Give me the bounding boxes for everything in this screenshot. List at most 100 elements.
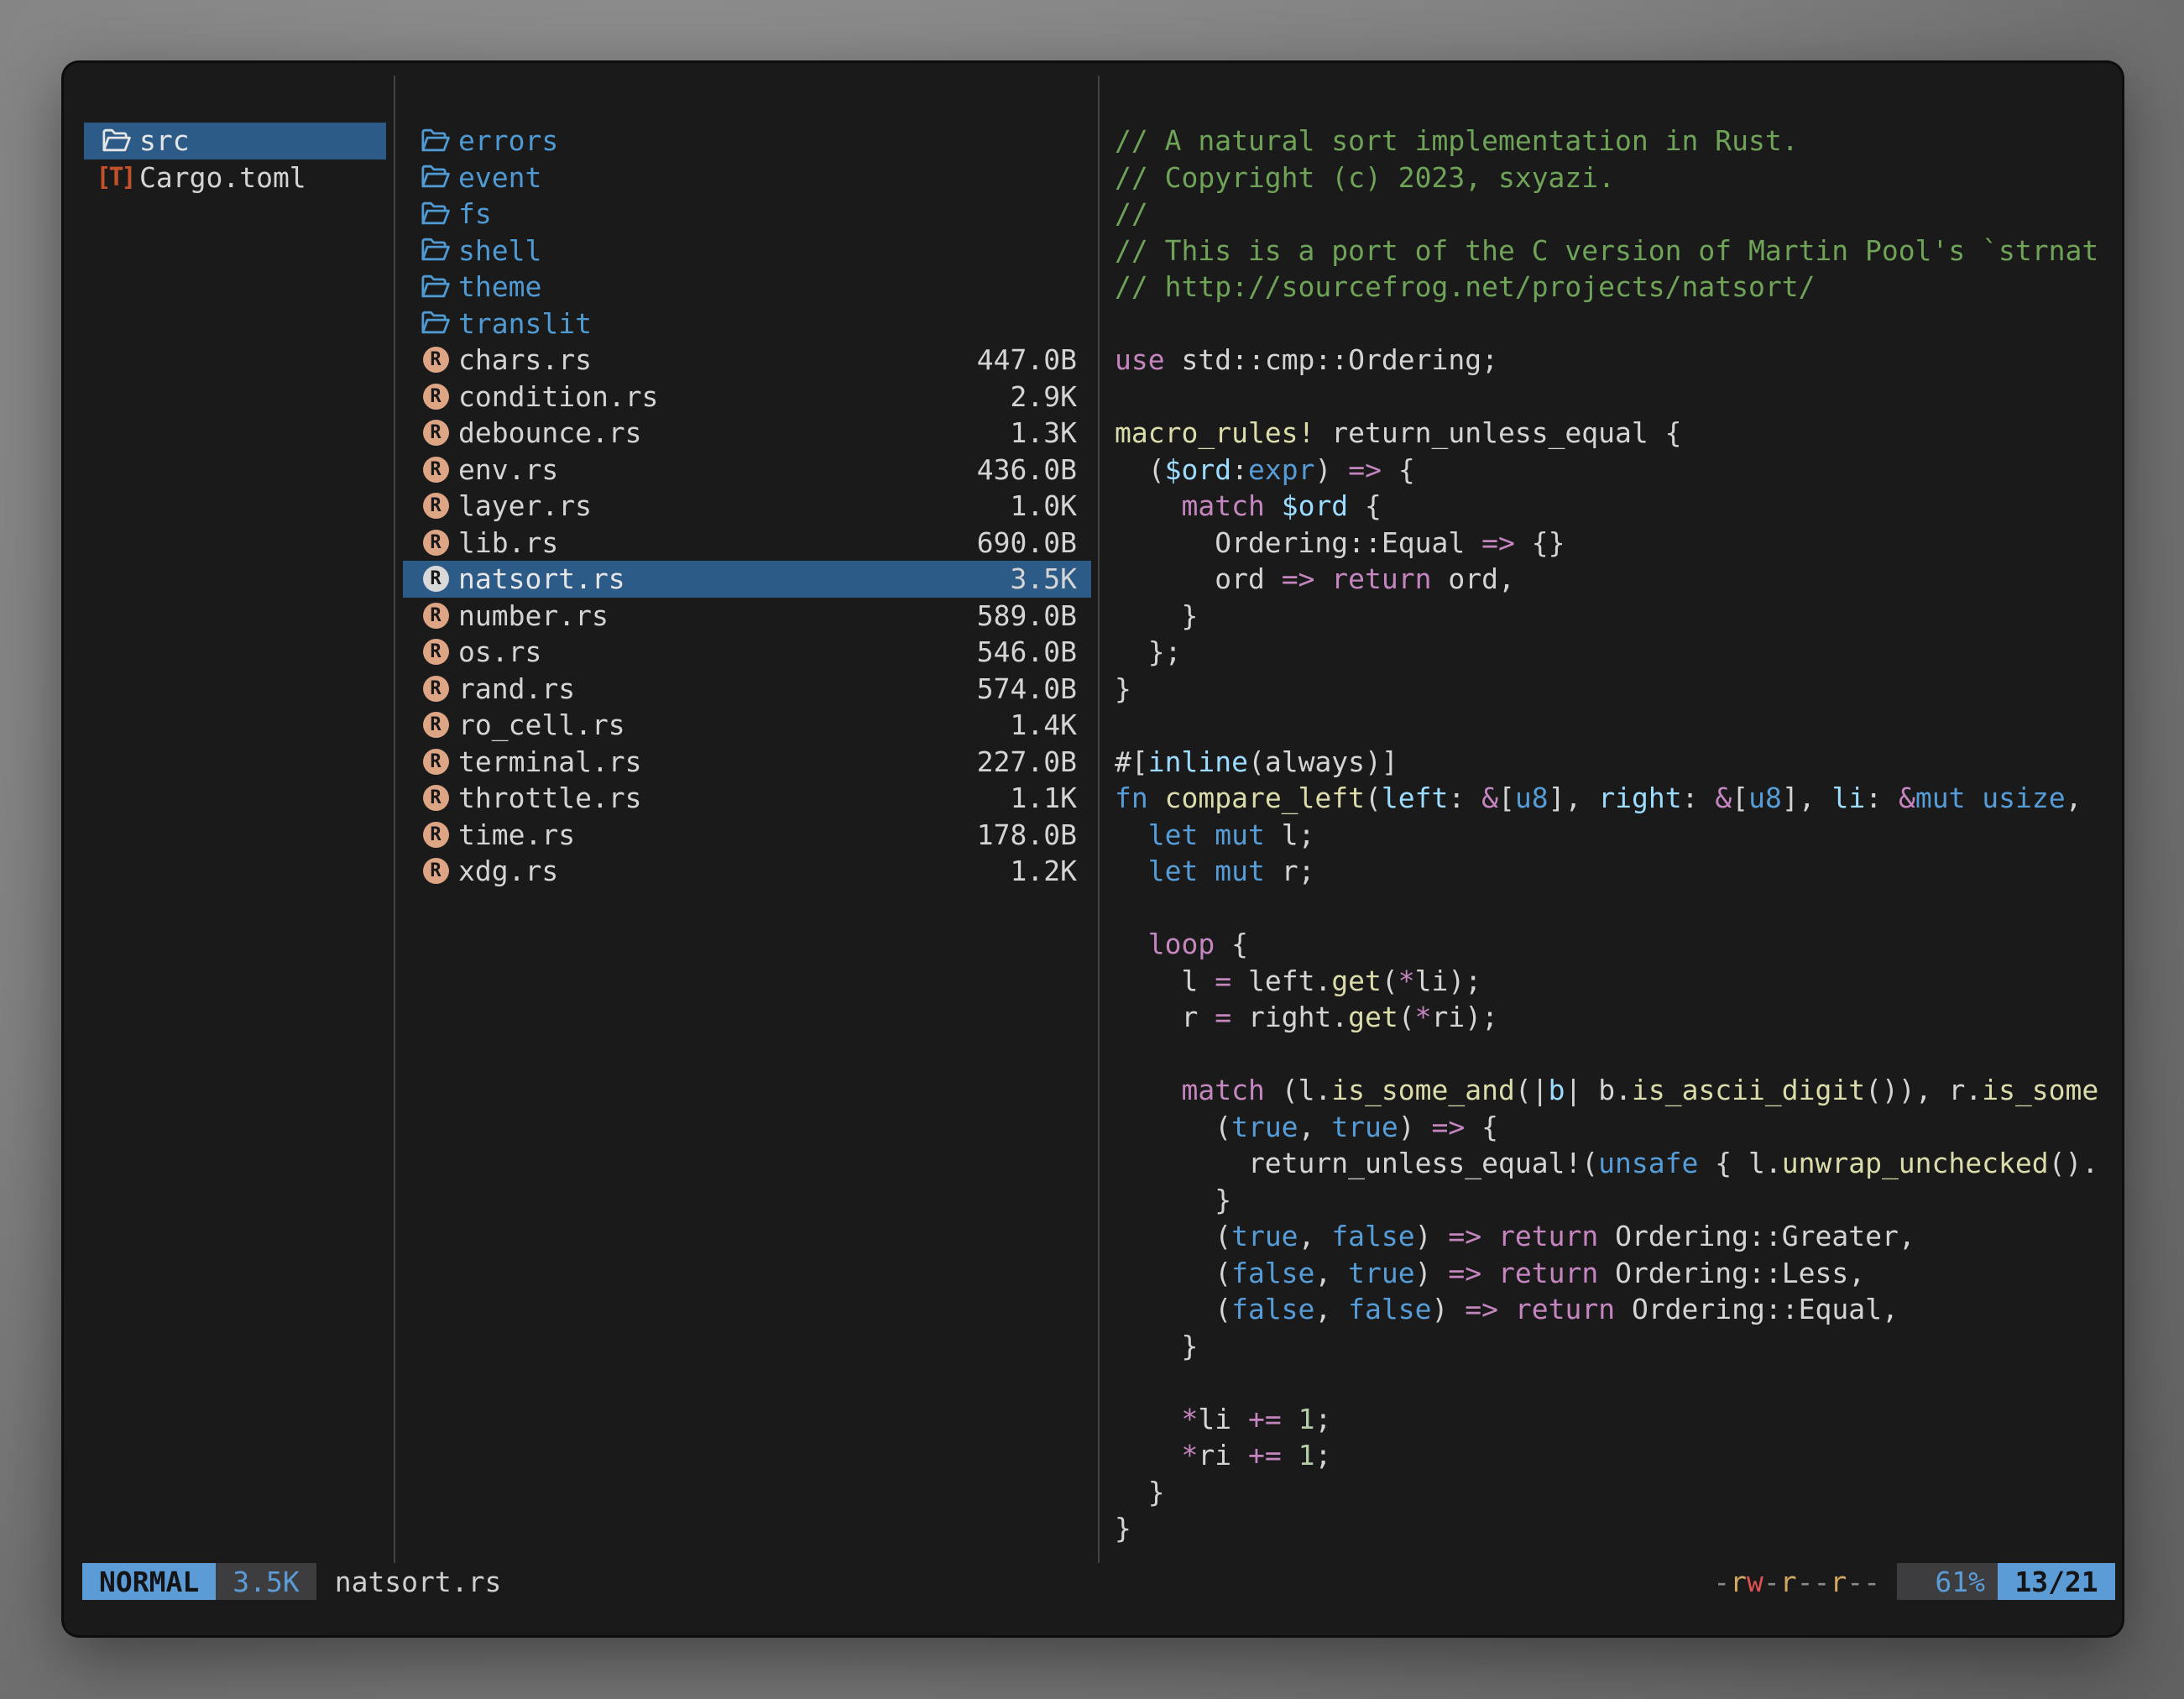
file-name: ro_cell.rs bbox=[458, 708, 625, 741]
code-line bbox=[1115, 306, 2107, 342]
yazi-file-manager-window: src[T]Cargo.toml errorseventfsshelltheme… bbox=[64, 63, 2122, 1635]
rust-file-icon: R bbox=[421, 530, 451, 556]
code-line: let mut l; bbox=[1115, 817, 2107, 854]
file-row[interactable]: errors bbox=[403, 123, 1091, 159]
rust-file-icon: R bbox=[421, 566, 451, 592]
file-name: terminal.rs bbox=[458, 745, 642, 778]
code-line: let mut r; bbox=[1115, 853, 2107, 890]
file-size: 546.0B bbox=[977, 635, 1077, 668]
file-row[interactable]: Rcondition.rs2.9K bbox=[403, 379, 1091, 416]
code-line: match $ord { bbox=[1115, 488, 2107, 525]
code-line: (false, false) => return Ordering::Equal… bbox=[1115, 1291, 2107, 1328]
file-name: event bbox=[458, 161, 541, 194]
open-folder-icon bbox=[102, 128, 131, 154]
file-size: 178.0B bbox=[977, 818, 1077, 851]
code-line: *ri += 1; bbox=[1115, 1437, 2107, 1474]
file-name: fs bbox=[458, 197, 492, 230]
rust-file-icon: R bbox=[423, 384, 449, 410]
mode-badge: NORMAL bbox=[82, 1563, 216, 1600]
code-line: // bbox=[1115, 196, 2107, 233]
file-row[interactable]: Rterminal.rs 227.0B bbox=[403, 744, 1091, 781]
pane-divider-left bbox=[394, 76, 395, 1563]
code-line: *li += 1; bbox=[1115, 1401, 2107, 1438]
open-folder-icon bbox=[102, 128, 132, 154]
file-size: 447.0B bbox=[977, 343, 1077, 376]
file-name: translit bbox=[458, 307, 592, 340]
code-line: } bbox=[1115, 598, 2107, 635]
file-name: number.rs bbox=[458, 599, 609, 632]
rust-file-icon: R bbox=[421, 603, 451, 629]
rust-file-icon: R bbox=[421, 822, 451, 848]
file-row[interactable]: Rro_cell.rs1.4K bbox=[403, 707, 1091, 744]
file-row[interactable]: Rtime.rs178.0B bbox=[403, 817, 1091, 854]
status-bar: NORMAL 3.5K natsort.rs -rw-r--r-- 61% 13… bbox=[64, 1563, 2122, 1600]
open-folder-icon bbox=[421, 201, 451, 227]
file-row[interactable]: Rxdg.rs1.2K bbox=[403, 853, 1091, 890]
rust-file-icon: R bbox=[423, 639, 449, 665]
code-line: macro_rules! return_unless_equal { bbox=[1115, 415, 2107, 452]
file-row[interactable]: event bbox=[403, 159, 1091, 196]
rust-file-icon: R bbox=[423, 676, 449, 702]
rust-file-icon: R bbox=[423, 420, 449, 446]
file-name: debounce.rs bbox=[458, 416, 642, 449]
code-line bbox=[1115, 707, 2107, 744]
file-size: 690.0B bbox=[977, 526, 1077, 559]
code-line: loop { bbox=[1115, 926, 2107, 963]
file-row[interactable]: Renv.rs436.0B bbox=[403, 452, 1091, 489]
rust-file-icon: R bbox=[421, 785, 451, 811]
file-size: 227.0B bbox=[977, 745, 1077, 778]
rust-file-icon: R bbox=[423, 347, 449, 373]
file-row[interactable]: Rchars.rs 447.0B bbox=[403, 342, 1091, 379]
file-row[interactable]: fs bbox=[403, 196, 1091, 233]
open-folder-icon bbox=[421, 274, 451, 300]
code-line: } bbox=[1115, 1182, 2107, 1219]
file-row[interactable]: Ros.rs 546.0B bbox=[403, 634, 1091, 671]
code-line: match (l.is_some_and(|b| b.is_ascii_digi… bbox=[1115, 1072, 2107, 1109]
file-row[interactable]: Rrand.rs574.0B bbox=[403, 671, 1091, 708]
rust-file-icon: R bbox=[423, 785, 449, 811]
code-line: (true, true) => { bbox=[1115, 1109, 2107, 1146]
code-line: return_unless_equal!(unsafe { l.unwrap_u… bbox=[1115, 1145, 2107, 1182]
file-row[interactable]: Rnumber.rs589.0B bbox=[403, 598, 1091, 635]
rust-file-icon: R bbox=[423, 493, 449, 519]
code-line: r = right.get(*ri); bbox=[1115, 999, 2107, 1036]
rust-file-icon: R bbox=[421, 749, 451, 775]
code-line: use std::cmp::Ordering; bbox=[1115, 342, 2107, 379]
file-preview-pane[interactable]: // A natural sort implementation in Rust… bbox=[1115, 123, 2107, 1547]
file-name: natsort.rs bbox=[458, 562, 625, 595]
file-name: os.rs bbox=[458, 635, 541, 668]
rust-file-icon: R bbox=[421, 457, 451, 483]
code-line: ord => return ord, bbox=[1115, 561, 2107, 598]
rust-file-icon: R bbox=[423, 749, 449, 775]
code-line: // This is a port of the C version of Ma… bbox=[1115, 233, 2107, 269]
file-row[interactable]: Rlayer.rs1.0K bbox=[403, 488, 1091, 525]
file-permissions: -rw-r--r-- bbox=[1713, 1563, 1880, 1600]
code-line: (false, true) => return Ordering::Less, bbox=[1115, 1255, 2107, 1292]
file-row[interactable]: Rlib.rs 690.0B bbox=[403, 525, 1091, 562]
file-row[interactable]: src bbox=[84, 123, 386, 159]
file-row[interactable]: Rnatsort.rs3.5K bbox=[403, 561, 1091, 598]
rust-file-icon: R bbox=[423, 530, 449, 556]
current-directory-pane: errorseventfsshellthemetranslitRchars.rs… bbox=[403, 123, 1091, 890]
file-row[interactable]: Rthrottle.rs1.1K bbox=[403, 780, 1091, 817]
status-bar-right: -rw-r--r-- 61% 13/21 bbox=[1713, 1563, 2115, 1600]
file-name: lib.rs bbox=[458, 526, 558, 559]
code-line bbox=[1115, 1364, 2107, 1401]
code-line: #[inline(always)] bbox=[1115, 744, 2107, 781]
code-line: // A natural sort implementation in Rust… bbox=[1115, 123, 2107, 159]
file-name: chars.rs bbox=[458, 343, 592, 376]
file-row[interactable]: [T]Cargo.toml bbox=[84, 159, 386, 196]
file-size: 436.0B bbox=[977, 453, 1077, 486]
file-row[interactable]: Rdebounce.rs1.3K bbox=[403, 415, 1091, 452]
file-row[interactable]: translit bbox=[403, 306, 1091, 342]
file-row[interactable]: theme bbox=[403, 269, 1091, 306]
status-bar-left: NORMAL 3.5K natsort.rs bbox=[82, 1563, 501, 1600]
rust-file-icon: R bbox=[421, 493, 451, 519]
open-folder-icon bbox=[421, 201, 450, 227]
rust-file-icon: R bbox=[423, 822, 449, 848]
pane-divider-right bbox=[1098, 76, 1100, 1563]
file-row[interactable]: shell bbox=[403, 233, 1091, 269]
status-filename: natsort.rs bbox=[335, 1563, 502, 1600]
code-line: Ordering::Equal => {} bbox=[1115, 525, 2107, 562]
file-size: 1.2K bbox=[1011, 855, 1077, 887]
